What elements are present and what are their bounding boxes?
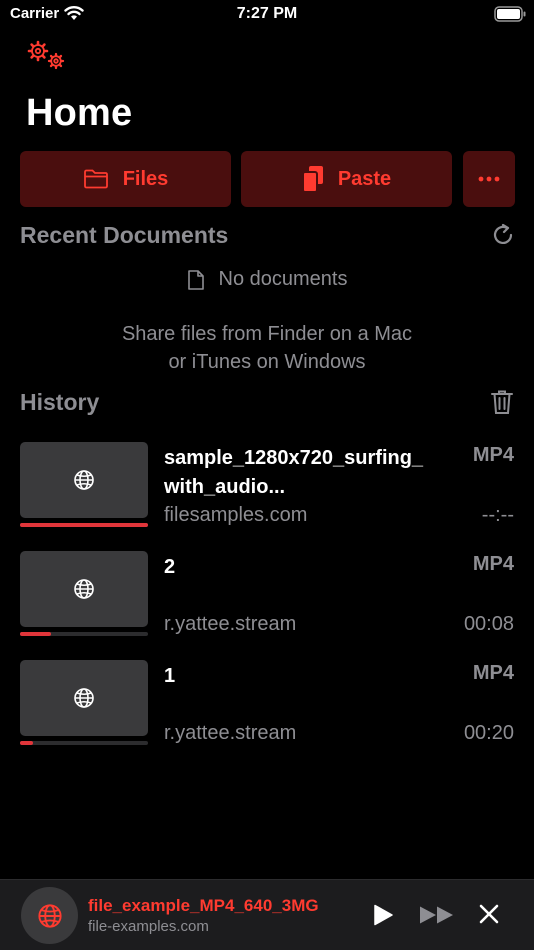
battery-icon — [494, 6, 526, 22]
page-title: Home — [26, 92, 133, 134]
video-duration: --:-- — [481, 504, 514, 526]
globe-icon — [74, 688, 94, 708]
empty-documents-message: No documents — [0, 268, 534, 291]
now-playing-bar[interactable]: file_example_MP4_640_3MG file-examples.c… — [0, 879, 534, 950]
share-hint: Share files from Finder on a Mac or iTun… — [0, 320, 534, 376]
video-title: sample_1280x720_surfing_ with_audio... — [164, 447, 424, 498]
video-format: MP4 — [472, 553, 514, 575]
video-source: r.yattee.stream — [164, 613, 297, 635]
globe-icon — [37, 903, 62, 928]
video-thumbnail — [20, 442, 148, 518]
video-format: MP4 — [472, 444, 514, 466]
watch-progress-fill — [20, 523, 148, 527]
folder-icon — [83, 169, 108, 189]
history-heading: History — [20, 389, 100, 415]
now-playing-thumbnail — [21, 887, 78, 944]
files-button-label: Files — [122, 167, 169, 190]
fast-forward-icon[interactable] — [419, 905, 455, 925]
watch-progress-fill — [20, 741, 33, 745]
empty-documents-label: No documents — [218, 268, 348, 290]
close-icon[interactable] — [478, 903, 500, 925]
trash-icon[interactable] — [490, 389, 514, 415]
status-time: 7:27 PM — [236, 5, 298, 22]
video-source: r.yattee.stream — [164, 722, 297, 744]
now-playing-title: file_example_MP4_640_3MG — [88, 896, 319, 915]
status-bar: Carrier 7:27 PM — [0, 0, 534, 30]
history-row[interactable]: sample_1280x720_surfing_ with_audio... M… — [0, 442, 534, 542]
history-row[interactable]: 2 MP4 r.yattee.stream 00:08 — [0, 551, 534, 651]
video-thumbnail — [20, 660, 148, 736]
recent-documents-heading: Recent Documents — [20, 222, 229, 248]
play-icon[interactable] — [373, 904, 393, 926]
video-duration: 00:20 — [463, 722, 514, 744]
globe-icon — [74, 579, 94, 599]
watch-progress-bar — [20, 632, 148, 636]
video-thumbnail — [20, 551, 148, 627]
globe-icon — [74, 470, 94, 490]
more-button[interactable] — [463, 151, 515, 207]
watch-progress-bar — [20, 741, 148, 745]
watch-progress-bar — [20, 523, 148, 527]
document-icon — [187, 269, 204, 290]
share-hint-line-2: or iTunes on Windows — [168, 351, 366, 373]
files-button[interactable]: Files — [20, 151, 231, 207]
refresh-icon[interactable] — [490, 222, 516, 248]
ellipsis-icon — [478, 176, 500, 182]
video-duration: 00:08 — [463, 613, 514, 635]
video-title: 2 — [164, 556, 176, 578]
paste-button[interactable]: Paste — [241, 151, 452, 207]
paste-button-label: Paste — [337, 167, 392, 190]
paste-icon — [301, 166, 323, 193]
video-format: MP4 — [472, 662, 514, 684]
share-hint-line-1: Share files from Finder on a Mac — [121, 323, 413, 345]
video-source: filesamples.com — [164, 504, 308, 526]
video-title: 1 — [164, 665, 176, 687]
history-row[interactable]: 1 MP4 r.yattee.stream 00:20 — [0, 660, 534, 760]
now-playing-source: file-examples.com — [88, 918, 209, 935]
gear-icon[interactable] — [27, 40, 67, 72]
watch-progress-fill — [20, 632, 51, 636]
